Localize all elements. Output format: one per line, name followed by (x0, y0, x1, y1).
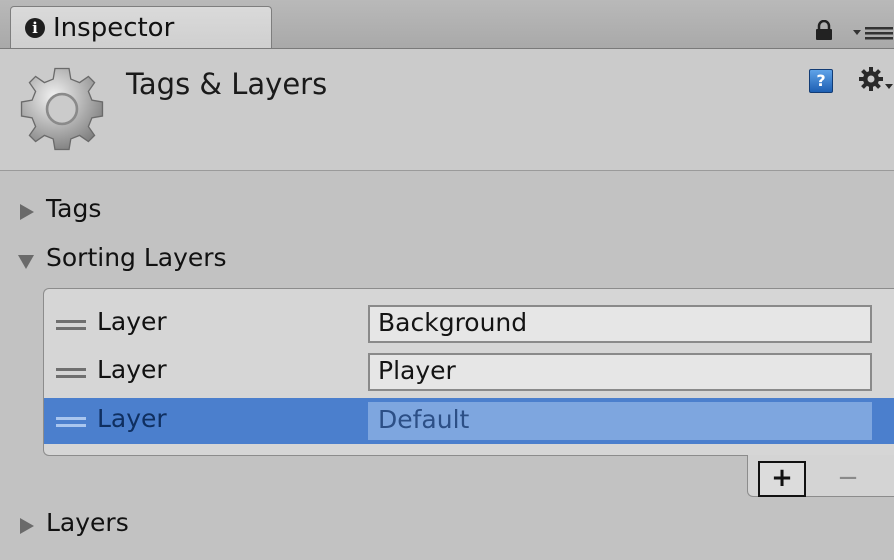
collapsed-triangle-icon (20, 518, 34, 534)
tab-inspector[interactable]: i Inspector (10, 6, 272, 48)
layer-name-field[interactable]: Player (368, 353, 872, 391)
drag-handle-icon[interactable] (56, 368, 86, 380)
list-item[interactable]: Layer Background (44, 301, 894, 347)
tab-label: Inspector (53, 13, 175, 43)
info-icon: i (25, 18, 45, 38)
context-menu-icon[interactable] (853, 24, 893, 42)
expanded-triangle-icon (18, 255, 34, 269)
inspector-header: Tags & Layers ? (0, 49, 894, 171)
gear-icon (20, 67, 104, 151)
sorting-layers-list: Layer Background Layer Player Layer Defa… (43, 288, 894, 456)
help-icon[interactable]: ? (809, 69, 833, 93)
layer-name-field[interactable]: Default (368, 402, 872, 440)
lock-icon[interactable] (815, 20, 833, 40)
foldout-label: Tags (46, 194, 102, 223)
remove-layer-button[interactable]: − (824, 461, 872, 497)
list-item[interactable]: Layer Player (44, 349, 894, 395)
settings-gear-icon[interactable] (858, 67, 894, 95)
layer-name-field[interactable]: Background (368, 305, 872, 343)
page-title: Tags & Layers (126, 67, 328, 101)
drag-handle-icon[interactable] (56, 320, 86, 332)
foldout-label: Sorting Layers (46, 243, 227, 272)
layer-label: Layer (97, 307, 167, 336)
layer-label: Layer (97, 404, 167, 433)
collapsed-triangle-icon (20, 204, 34, 220)
layer-label: Layer (97, 355, 167, 384)
add-layer-button[interactable]: + (758, 461, 806, 497)
tab-bar: i Inspector (0, 0, 894, 49)
list-item-selected[interactable]: Layer Default (44, 398, 894, 444)
foldout-label: Layers (46, 508, 129, 537)
drag-handle-icon[interactable] (56, 417, 86, 429)
